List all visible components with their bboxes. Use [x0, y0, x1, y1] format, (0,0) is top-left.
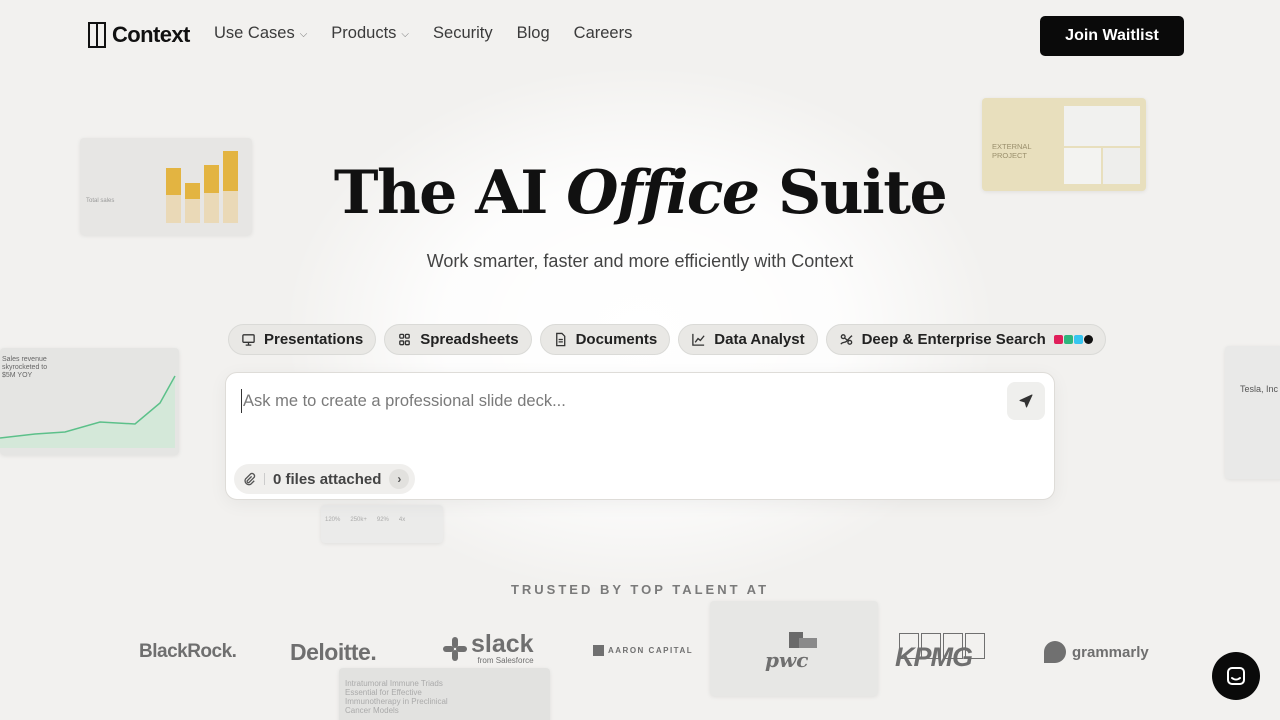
- deco-project-line1: EXTERNAL: [992, 142, 1032, 151]
- nav-link-label: Blog: [516, 24, 550, 42]
- trusted-heading: TRUSTED BY TOP TALENT AT: [510, 582, 770, 597]
- spreadsheet-icon: [399, 333, 411, 346]
- divider: [264, 473, 265, 485]
- chevron-right-icon: ›: [389, 469, 410, 489]
- deco-stat: 250k+: [350, 517, 367, 523]
- hero-title: The AI Office Suite: [0, 158, 1280, 228]
- nav-blog[interactable]: Blog: [517, 24, 550, 43]
- send-button[interactable]: [1007, 382, 1045, 420]
- deloitte-logo: Deloitte.: [290, 639, 377, 666]
- logo-text: grammarly: [1072, 643, 1149, 661]
- deco-project-image: [1064, 106, 1140, 146]
- logo-text: Deloitte.: [290, 639, 377, 665]
- join-waitlist-button[interactable]: Join Waitlist: [1040, 16, 1184, 56]
- deco-stats-card: 120% 250k+ 92% 4x: [321, 505, 443, 543]
- chat-launcher-button[interactable]: [1212, 652, 1260, 700]
- presentation-icon: [242, 334, 255, 346]
- slack-logo: slack from Salesforce: [442, 632, 534, 665]
- deco-tesla-line: Tesla, Inc: [1240, 384, 1279, 394]
- deco-tesla-card: Tesla, Inc: [1225, 346, 1280, 479]
- logo-text: KPMG: [895, 642, 973, 672]
- attach-files-button[interactable]: 0 files attached ›: [234, 464, 416, 494]
- pwc-mark-icon: [799, 638, 817, 648]
- product-pills: Presentations Spreadsheets Documents Dat…: [228, 324, 1106, 355]
- nav-links: Use Cases ⌵ Products ⌵ Security Blog Car…: [214, 24, 632, 43]
- deco-paper-line3: Immunotherapy in Preclinical: [345, 697, 448, 706]
- prompt-box: 0 files attached ›: [225, 372, 1055, 500]
- paperclip-icon: [244, 472, 256, 486]
- aaron-capital-logo: AARON CAPITAL: [593, 645, 693, 656]
- nav-link-label: Security: [433, 24, 493, 42]
- brand-name: Context: [112, 22, 190, 47]
- logo-text: slack: [471, 630, 534, 658]
- hero-title-em: Office: [566, 158, 760, 228]
- chart-icon: [692, 333, 705, 346]
- grammarly-logo: grammarly: [1044, 641, 1149, 663]
- pill-data-analyst[interactable]: Data Analyst: [678, 324, 818, 355]
- logo-text: BlackRock.: [139, 641, 237, 662]
- nav-link-label: Use Cases: [214, 24, 295, 42]
- deco-paper-line1: Intratumoral Immune Triads: [345, 679, 443, 688]
- pill-presentations[interactable]: Presentations: [228, 324, 377, 355]
- chat-icon: [1227, 667, 1245, 685]
- pwc-logo: pwc: [765, 632, 820, 672]
- slack-icon: [443, 636, 467, 661]
- nav-use-cases[interactable]: Use Cases ⌵: [214, 24, 307, 43]
- search-network-icon: [839, 334, 853, 345]
- kpmg-logo: KPMG: [895, 632, 990, 672]
- nav-link-label: Careers: [573, 24, 633, 42]
- document-icon: [555, 332, 565, 347]
- deco-paper-card: Intratumoral Immune Triads Essential for…: [339, 668, 550, 720]
- nav-link-label: Products: [331, 24, 397, 42]
- pill-label: Spreadsheets: [420, 331, 519, 348]
- context-logo-icon: [88, 22, 108, 48]
- pill-label: Presentations: [264, 331, 364, 348]
- logo-text: AARON CAPITAL: [608, 646, 694, 655]
- integration-logos-icon: [1053, 335, 1093, 344]
- send-icon: [1019, 394, 1033, 408]
- deco-paper-line2: Essential for Effective: [345, 688, 422, 697]
- hero-title-post: Suite: [758, 158, 948, 228]
- files-attached-label: 0 files attached: [273, 470, 382, 488]
- nav-products[interactable]: Products ⌵: [331, 24, 409, 43]
- deco-stat: 92%: [376, 517, 389, 523]
- deco-stat: 4x: [398, 517, 406, 523]
- deco-stat: 120%: [325, 517, 341, 523]
- blackrock-logo: BlackRock.: [139, 641, 237, 663]
- top-nav: Context Use Cases ⌵ Products ⌵ Security …: [0, 0, 1280, 72]
- logo-subtext: from Salesforce: [477, 656, 534, 665]
- brand-logo[interactable]: Context: [88, 22, 190, 48]
- aaron-capital-icon: [593, 645, 604, 656]
- chevron-down-icon: ⌵: [299, 29, 308, 40]
- deco-paper-line4: Cancer Models: [345, 706, 399, 715]
- hero-subtitle: Work smarter, faster and more efficientl…: [426, 251, 854, 271]
- chevron-down-icon: ⌵: [401, 29, 410, 40]
- grammarly-icon: [1044, 641, 1066, 663]
- hero-title-pre: The AI: [333, 158, 567, 228]
- pill-label: Documents: [575, 331, 658, 348]
- logo-text: pwc: [765, 648, 809, 672]
- prompt-input[interactable]: [241, 389, 941, 413]
- nav-security[interactable]: Security: [433, 24, 493, 43]
- deco-revenue-chart: [0, 375, 176, 448]
- nav-careers[interactable]: Careers: [574, 24, 633, 43]
- pill-spreadsheets[interactable]: Spreadsheets: [384, 324, 532, 355]
- pill-documents[interactable]: Documents: [539, 324, 671, 355]
- pill-label: Deep & Enterprise Search: [861, 331, 1046, 348]
- deco-revenue-card: Sales revenue skyrocketed to $5M YOY: [0, 348, 179, 455]
- pill-deep-search[interactable]: Deep & Enterprise Search: [825, 324, 1106, 355]
- pill-label: Data Analyst: [714, 331, 805, 348]
